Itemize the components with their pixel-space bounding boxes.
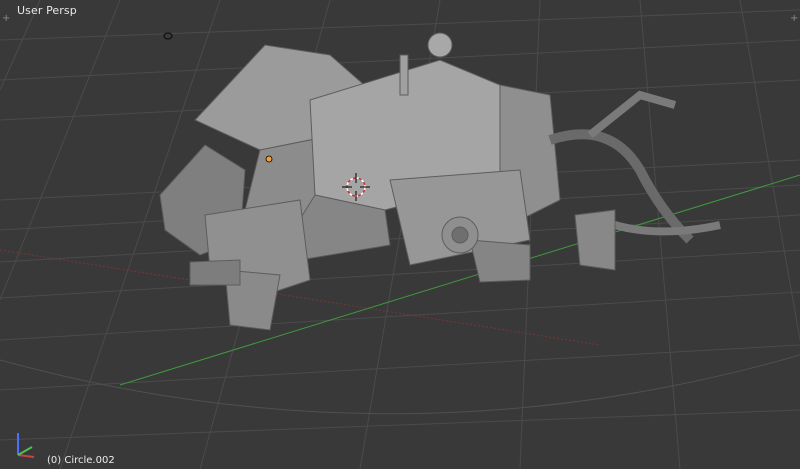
plus-corner-icon[interactable]: +	[790, 14, 798, 24]
viewport-scene[interactable]	[0, 0, 800, 469]
axis-gizmo	[17, 433, 35, 458]
mesh-object-circle-002[interactable]	[159, 32, 721, 331]
view-perspective-label: User Persp	[17, 4, 77, 17]
object-origin-dot	[265, 155, 273, 163]
active-object-label: (0) Circle.002	[47, 455, 115, 466]
grid-horizon-arc	[0, 354, 800, 415]
plus-corner-icon[interactable]: +	[2, 14, 10, 24]
3d-viewport[interactable]: User Persp + + (0) Circle.002	[0, 0, 800, 469]
